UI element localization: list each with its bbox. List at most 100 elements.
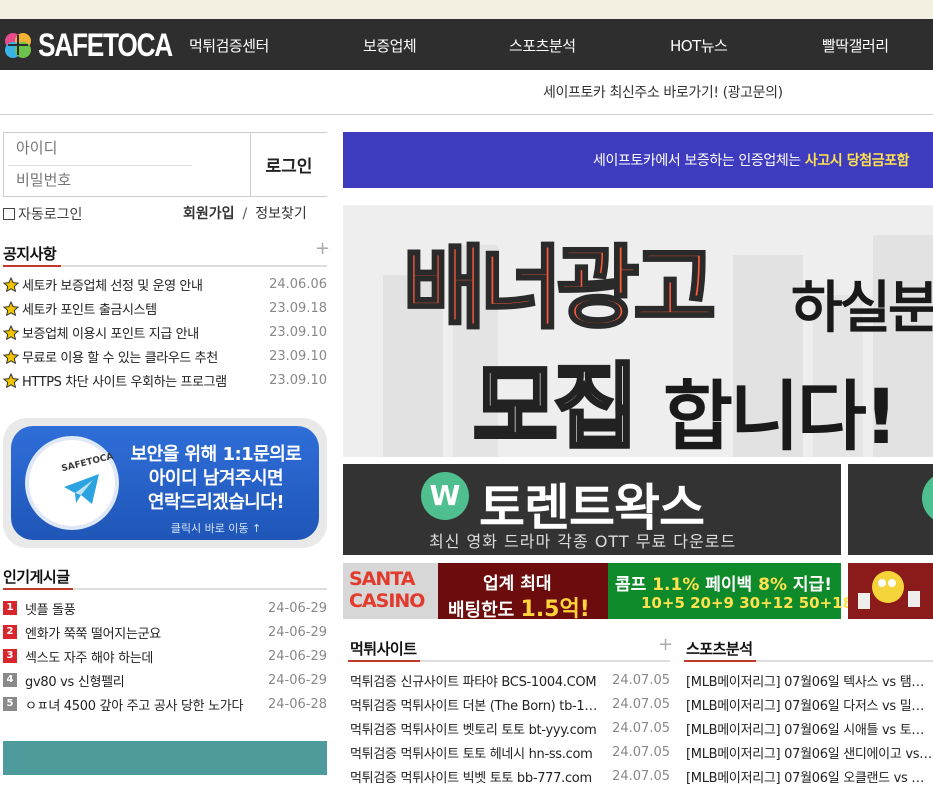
telegram-icon: [64, 474, 99, 504]
auto-login[interactable]: 자동로그인: [3, 204, 82, 224]
muktwi-row[interactable]: 먹튀검증 먹튀사이트 벳토리 토토 bt-yyy.com 24.07.05: [350, 716, 670, 740]
star-icon: [3, 300, 19, 316]
muktwi-date: 24.07.05: [612, 696, 670, 712]
brain-icon: [5, 33, 31, 58]
popular-date: 24-06-28: [267, 696, 327, 712]
star-icon: [3, 372, 19, 388]
casino-limit: 배팅한도 1.5억!: [448, 591, 590, 623]
nav-item-sports[interactable]: 스포츠분석: [509, 35, 576, 56]
rank-badge: 4: [3, 673, 17, 687]
guarantee-banner-highlight: 사고시 당첨금포함: [804, 153, 910, 169]
popular-row[interactable]: 3 섹스도 자주 해야 하는데 24-06-29: [3, 644, 327, 668]
account-links: 회원가입 / 정보찾기: [183, 203, 307, 223]
login-button[interactable]: 로그인: [250, 133, 327, 196]
logo-text: SAFETOCA: [38, 26, 173, 63]
sports-underline: [684, 660, 933, 662]
find-account-link[interactable]: 정보찾기: [255, 206, 307, 222]
casino-comp: 콤프 1.1% 페이백 8% 지급!: [615, 570, 832, 595]
muktwi-date: 24.07.05: [612, 720, 670, 736]
link-separator: /: [242, 206, 248, 222]
nav-item-hot-news[interactable]: HOT뉴스: [670, 35, 728, 56]
sports-title-text: [MLB메이저리그] 07월06일 텍사스 vs 탬파베이: [686, 674, 933, 690]
notice-more-icon[interactable]: +: [315, 238, 330, 259]
popular-row[interactable]: 2 엔화가 쭉쭉 떨어지는군요 24-06-29: [3, 620, 327, 644]
notice-title-text: 보증업체 이용시 포인트 지급 안내: [22, 327, 199, 342]
popular-title-text: 엔화가 쭉쭉 떨어지는군요: [25, 626, 161, 642]
sports-title-text: [MLB메이저리그] 07월06일 오클랜드 vs 미네소타: [686, 770, 933, 786]
popular-title-text: gv80 vs 신형펠리: [25, 674, 125, 690]
star-icon: [3, 324, 19, 340]
muktwi-more-icon[interactable]: +: [658, 634, 673, 655]
guarantee-banner-main: 세이프토카에서 보증하는 인증업체는: [593, 153, 805, 169]
notice-row[interactable]: 보증업체 이용시 포인트 지급 안내 23.09.10: [3, 321, 327, 344]
rank-badge: 1: [3, 601, 17, 615]
notice-title-text: 세토카 보증업체 선정 및 운영 안내: [22, 279, 203, 294]
sports-row[interactable]: [MLB메이저리그] 07월06일 샌디에이고 vs 애리조나: [686, 740, 933, 764]
id-input[interactable]: [16, 139, 188, 157]
cartoon-character-icon: [848, 563, 933, 619]
ad-word-banner: 배너광고: [401, 235, 717, 343]
torrentwax-banner[interactable]: W 토렌트왁스 최신 영화 드라마 각종 OTT 무료 다운로드: [343, 464, 841, 555]
popular-row[interactable]: 4 gv80 vs 신형펠리 24-06-29: [3, 668, 327, 692]
casino-comp-suffix: 지급!: [787, 575, 832, 595]
notice-row[interactable]: 무료로 이용 할 수 있는 클라우드 추천 23.09.10: [3, 345, 327, 368]
guarantee-banner[interactable]: 세이프토카에서 보증하는 인증업체는 사고시 당첨금포함: [343, 132, 933, 188]
rank-badge: 2: [3, 625, 17, 639]
popular-title-text: 섹스도 자주 해야 하는데: [25, 650, 154, 666]
main-navbar: SAFETOCA 먹튀검증센터 보증업체 스포츠분석 HOT뉴스 빨딱갤러리: [0, 19, 933, 70]
sports-row[interactable]: [MLB메이저리그] 07월06일 오클랜드 vs 미네소타: [686, 764, 933, 788]
latest-address-link[interactable]: 세이프토카 최신주소 바로가기! (광고문의): [543, 82, 783, 102]
signup-link[interactable]: 회원가입: [183, 206, 235, 222]
login-box: 로그인: [3, 132, 327, 197]
password-input[interactable]: [16, 171, 188, 189]
torrentwax-subtitle: 최신 영화 드라마 각종 OTT 무료 다운로드: [429, 532, 737, 551]
muktwi-date: 24.07.05: [612, 768, 670, 784]
muktwi-title-text: 먹튀검증 먹튀사이트 더본 (The Born) tb-1234.com: [350, 698, 604, 714]
site-logo[interactable]: SAFETOCA: [2, 27, 201, 63]
muktwi-underline: [348, 660, 670, 662]
rank-badge: 3: [3, 649, 17, 663]
ad-recruit-banner[interactable]: 배너광고 하실분 모집 합니다!: [343, 205, 933, 457]
nav-item-guarantee[interactable]: 보증업체: [363, 35, 417, 56]
popular-row[interactable]: 1 넷플 돌풍 24-06-29: [3, 596, 327, 620]
muktwi-row[interactable]: 먹튀검증 먹튀사이트 토토 헤네시 hn-ss.com 24.07.05: [350, 740, 670, 764]
muktwi-row[interactable]: 먹튀검증 먹튀사이트 더본 (The Born) tb-1234.com 24.0…: [350, 692, 670, 716]
muktwi-date: 24.07.05: [612, 744, 670, 760]
sports-row[interactable]: [MLB메이저리그] 07월06일 텍사스 vs 탬파베이: [686, 668, 933, 692]
sports-title-text: [MLB메이저리그] 07월06일 시애틀 vs 토론토: [686, 722, 933, 738]
telegram-banner-inner: SAFETOCA 보안을 위해 1:1문의로 아이디 남겨주시면 연락드리겠습니…: [11, 426, 319, 540]
telegram-banner[interactable]: SAFETOCA 보안을 위해 1:1문의로 아이디 남겨주시면 연락드리겠습니…: [3, 418, 327, 548]
nav-item-gallery[interactable]: 빨딱갤러리: [822, 35, 889, 56]
sports-row[interactable]: [MLB메이저리그] 07월06일 다저스 vs 밀워키: [686, 692, 933, 716]
popular-title-text: 넷플 돌풍: [25, 602, 76, 618]
popular-date: 24-06-29: [267, 600, 327, 616]
sports-row[interactable]: [MLB메이저리그] 07월06일 시애틀 vs 토론토: [686, 716, 933, 740]
sports-title-text: [MLB메이저리그] 07월06일 샌디에이고 vs 애리조나: [686, 746, 933, 762]
muktwi-title: 먹튀사이트: [350, 640, 417, 658]
santa-casino-banner[interactable]: SANTA CASINO 업계 최대 배팅한도 1.5억! 콤프 1.1% 페이…: [343, 563, 853, 622]
casino-comp-value: 1.1%: [652, 575, 700, 595]
notice-date: 23.09.10: [269, 373, 327, 388]
notice-row[interactable]: HTTPS 차단 사이트 우회하는 프로그램 23.09.10: [3, 369, 327, 392]
teal-banner[interactable]: [3, 741, 327, 775]
casino-bonus-table: 10+5 20+9 30+12 50+18: [641, 594, 854, 612]
muktwi-date: 24.07.05: [612, 672, 670, 688]
casino-payback-label: 페이백: [699, 575, 759, 595]
side-banner-character[interactable]: [848, 563, 933, 619]
muktwi-title-text: 먹튀검증 신규사이트 파타야 BCS-1004.COM: [350, 674, 597, 690]
muktwi-row[interactable]: 먹튀검증 먹튀사이트 빅벳 토토 bb-777.com 24.07.05: [350, 764, 670, 788]
sports-title: 스포츠분석: [686, 640, 753, 658]
muktwi-row[interactable]: 먹튀검증 신규사이트 파타야 BCS-1004.COM 24.07.05: [350, 668, 670, 692]
side-banner-partial[interactable]: [848, 464, 933, 555]
notice-row[interactable]: 세토카 포인트 출금시스템 23.09.18: [3, 297, 327, 320]
nav-item-muktwi-center[interactable]: 먹튀검증센터: [189, 35, 269, 56]
notice-title-text: HTTPS 차단 사이트 우회하는 프로그램: [22, 375, 227, 390]
popular-title-text: ㅇㅍ녀 4500 갚아 주고 공사 당한 노가다: [25, 698, 244, 714]
notice-row[interactable]: 세토카 보증업체 선정 및 운영 안내 24.06.06: [3, 273, 327, 296]
notice-date: 24.06.06: [269, 277, 327, 292]
popular-title: 인기게시글: [3, 568, 70, 586]
auto-login-checkbox[interactable]: [3, 208, 15, 220]
torrentwax-logo-icon: W: [421, 472, 469, 520]
popular-row[interactable]: 5 ㅇㅍ녀 4500 갚아 주고 공사 당한 노가다 24-06-28: [3, 692, 327, 716]
top-strip: [0, 0, 933, 19]
